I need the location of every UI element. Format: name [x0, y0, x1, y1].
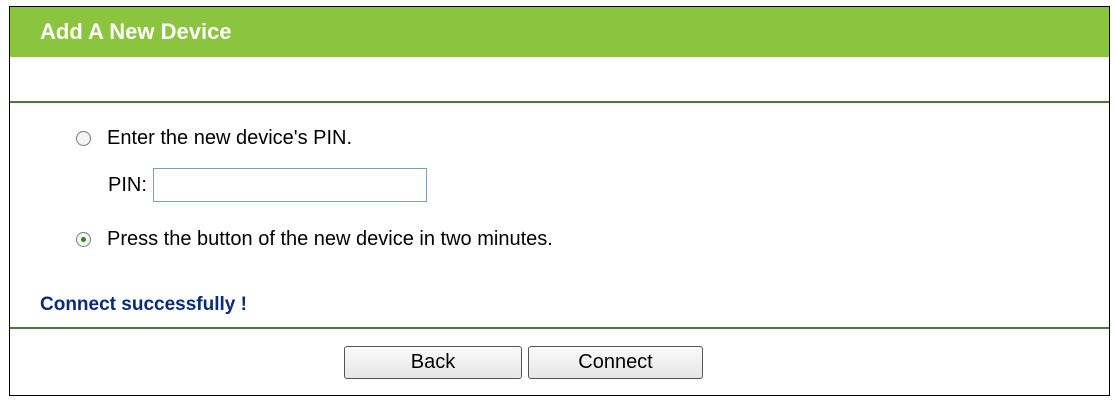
pin-input[interactable] — [152, 168, 427, 202]
pin-option-radio[interactable] — [76, 130, 91, 146]
panel-header: Add A New Device — [10, 7, 1109, 57]
pin-option-row[interactable]: Enter the new device's PIN. — [76, 125, 352, 151]
button-option-radio[interactable] — [76, 231, 91, 247]
button-option-row[interactable]: Press the button of the new device in tw… — [76, 226, 553, 252]
add-device-panel: Add A New Device Enter the new device's … — [9, 6, 1110, 396]
status-message: Connect successfully ! — [40, 294, 247, 315]
pin-field-row: PIN: — [108, 167, 427, 203]
top-divider — [10, 101, 1109, 103]
pin-label: PIN: — [108, 173, 147, 196]
back-button[interactable]: Back — [344, 346, 522, 379]
page-title: Add A New Device — [40, 19, 232, 44]
pin-option-label: Enter the new device's PIN. — [107, 126, 353, 149]
button-option-label: Press the button of the new device in tw… — [107, 227, 553, 250]
connect-button[interactable]: Connect — [528, 346, 703, 379]
bottom-divider — [10, 327, 1109, 329]
